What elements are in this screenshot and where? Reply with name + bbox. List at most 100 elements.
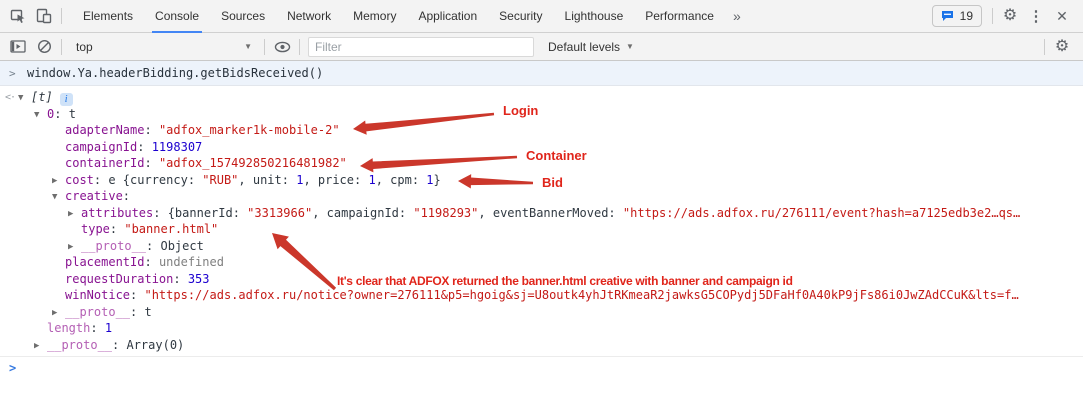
command-prompt-icon: > [0,67,27,80]
tab-elements[interactable]: Elements [72,0,144,32]
javascript-context-selector[interactable]: top ▼ [66,40,260,54]
tab-network[interactable]: Network [276,0,342,32]
expander-icon[interactable]: ▶ [52,173,65,190]
inspect-cursor-icon [10,8,26,24]
tab-security[interactable]: Security [488,0,553,32]
console-messages-badge[interactable]: 19 [932,5,982,27]
token: campaignId [65,140,137,154]
console-command-row: > window.Ya.headerBidding.getBidsReceive… [0,61,1083,86]
tree-row: length: 1 [0,320,1083,337]
expander-icon[interactable]: ▶ [34,338,47,355]
message-bubble-icon [941,10,954,22]
token: , campaignId: [312,206,413,220]
panel-tabs: ElementsConsoleSourcesNetworkMemoryAppli… [72,0,725,32]
token: : [54,107,68,121]
context-label: top [76,40,93,54]
annotation-label-container: Container [526,148,587,163]
prompt-chevron-icon: > [9,361,16,375]
token: length [47,321,90,335]
token: : [110,222,124,236]
console-sidebar-toggle-button[interactable] [5,35,31,59]
tree-row: ▶__proto__: t [0,304,1083,321]
device-toolbar-button[interactable] [31,4,57,28]
toolbar-right-group: 19 ⚙ ⋮ ✕ [932,4,1083,28]
expander-icon[interactable]: ▼ [18,90,31,107]
token: Object [160,239,203,253]
token: __proto__ [81,239,146,253]
toolbar-divider [1044,39,1045,55]
toolbar-divider [299,39,300,55]
token: "RUB" [202,173,238,187]
eye-icon [274,41,291,53]
token: : [173,272,187,286]
log-levels-dropdown[interactable]: Default levels ▼ [548,40,634,54]
token: t [69,107,76,121]
expander-icon[interactable]: ▼ [34,107,47,124]
tree-row: ▶__proto__: Array(0) [0,337,1083,354]
annotation-label-note: It's clear that ADFOX returned the banne… [337,274,793,288]
toolbar-divider [61,8,62,24]
token: placementId [65,255,144,269]
token: 1198307 [152,140,203,154]
expander-icon[interactable]: ▼ [52,189,65,206]
tab-console[interactable]: Console [144,0,210,32]
live-expression-button[interactable] [269,35,295,59]
token: : [130,288,144,302]
console-tree: <·▼[t]i▼0: tadapterName: "adfox_marker1k… [0,86,1083,353]
token: containerId [65,156,144,170]
token: adapterName [65,123,144,137]
command-text: window.Ya.headerBidding.getBidsReceived(… [27,66,323,80]
toolbar-divider [992,8,993,24]
token: "1198293" [413,206,478,220]
tree-row: ▶attributes: {bannerId: "3313966", campa… [0,205,1083,222]
vertical-dots-icon: ⋮ [1029,7,1044,25]
tab-application[interactable]: Application [407,0,488,32]
token: [t] [31,90,53,104]
console-input-prompt[interactable]: > [0,357,1083,375]
token: attributes [81,206,153,220]
tree-row: winNotice: "https://ads.adfox.ru/notice?… [0,287,1083,304]
token: : {bannerId: [153,206,247,220]
sidebar-panel-icon [10,40,26,53]
info-icon[interactable]: i [60,93,73,106]
token: : [90,321,104,335]
token: : [144,156,158,170]
tree-row: type: "banner.html" [0,221,1083,238]
token: "https://ads.adfox.ru/276111/event?hash=… [623,206,1020,220]
settings-button[interactable]: ⚙ [997,4,1023,28]
tab-sources[interactable]: Sources [210,0,276,32]
tab-lighthouse[interactable]: Lighthouse [554,0,635,32]
annotation-label-bid: Bid [542,175,563,190]
customize-menu-button[interactable]: ⋮ [1023,4,1049,28]
token: __proto__ [65,305,130,319]
inspect-element-button[interactable] [5,4,31,28]
token: : [137,140,151,154]
chevron-more-icon: » [733,8,741,24]
expander-icon[interactable]: ▶ [68,239,81,256]
token: type [81,222,110,236]
token: , eventBannerMoved: [478,206,623,220]
token: : [130,305,144,319]
badge-count: 19 [960,9,973,23]
close-icon: ✕ [1056,8,1068,25]
toolbar-divider [264,39,265,55]
expander-icon[interactable]: ▶ [52,305,65,322]
expander-icon[interactable]: ▶ [68,206,81,223]
close-devtools-button[interactable]: ✕ [1049,4,1075,28]
filter-input[interactable] [308,37,534,57]
token: , price: [303,173,368,187]
token: : [144,123,158,137]
token: 1 [426,173,433,187]
annotation-label-login: Login [503,103,538,118]
levels-label: Default levels [548,40,620,54]
more-tabs-button[interactable]: » [725,8,749,24]
token: 1 [105,321,112,335]
clear-console-button[interactable] [31,35,57,59]
console-settings-button[interactable]: ⚙ [1049,35,1075,59]
tab-performance[interactable]: Performance [634,0,725,32]
tab-memory[interactable]: Memory [342,0,407,32]
tree-row: ▼0: t [0,106,1083,123]
token: Array(0) [126,338,184,352]
token: requestDuration [65,272,173,286]
token: : [123,189,130,203]
